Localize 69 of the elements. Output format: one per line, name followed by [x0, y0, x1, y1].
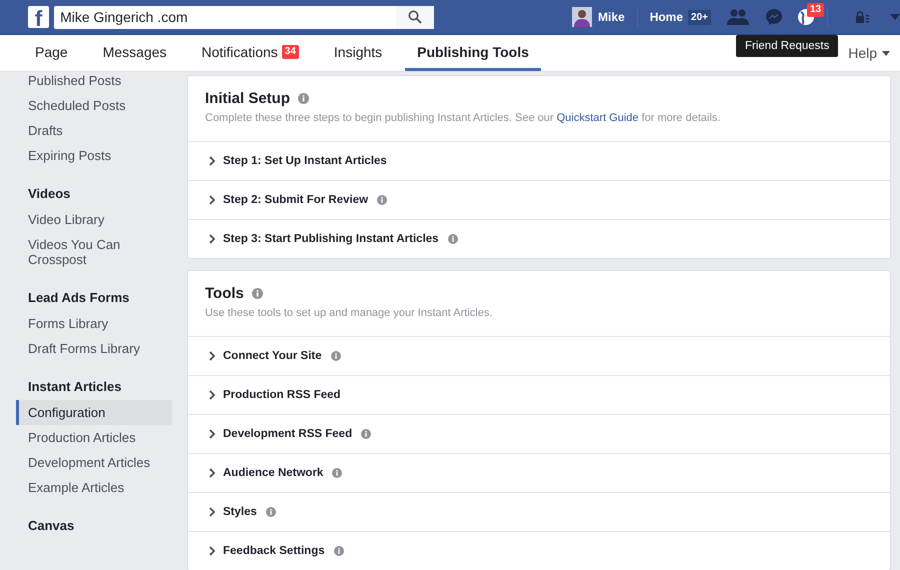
chevron-icon — [209, 234, 216, 244]
sidebar-heading: Canvas — [27, 517, 76, 535]
sidebar-heading: Videos — [27, 185, 72, 203]
card-title: Tools — [205, 285, 244, 302]
sidebar-item[interactable]: Video Library — [16, 207, 172, 232]
sidebar-heading: Lead Ads Forms — [27, 289, 130, 307]
search-icon — [408, 10, 422, 24]
caret-icon[interactable] — [890, 14, 900, 20]
sidebar-item[interactable]: Production Articles — [16, 425, 172, 450]
sidebar-heading: Instant Articles — [27, 378, 122, 396]
friends-icon[interactable] — [727, 8, 749, 26]
info-icon[interactable] — [361, 429, 372, 439]
chevron-icon — [209, 429, 216, 439]
chevron-icon — [209, 546, 216, 556]
expandable-row[interactable]: Styles — [188, 492, 890, 531]
sidebar-item[interactable]: Development Articles — [16, 450, 172, 475]
home-count: 20+ — [688, 10, 711, 24]
search-field[interactable]: Mike Gingerich .com — [54, 6, 396, 28]
tooltip: Friend Requests — [736, 35, 838, 57]
sidebar-item[interactable]: Draft Forms Library — [16, 336, 172, 361]
sidebar-item[interactable]: Scheduled Posts — [16, 93, 172, 118]
notification-count: 13 — [807, 3, 824, 17]
chevron-icon — [209, 351, 216, 361]
chevron-icon — [209, 156, 216, 166]
expandable-row[interactable]: Production RSS Feed — [188, 375, 890, 414]
expandable-row[interactable]: Connect Your Site — [188, 336, 890, 375]
tab[interactable]: Insights — [322, 35, 394, 71]
card-description: Use these tools to set up and manage your Instant Articles. — [205, 307, 494, 319]
info-icon[interactable] — [332, 468, 342, 478]
help-menu[interactable]: Help — [848, 35, 890, 71]
tab[interactable]: Notifications 34 — [190, 35, 311, 71]
quickstart-link[interactable]: Quickstart Guide — [556, 112, 639, 124]
expandable-row[interactable]: Development RSS Feed — [188, 414, 890, 453]
chevron-icon — [209, 507, 216, 517]
expandable-row[interactable]: Step 2: Submit For Review — [188, 180, 890, 219]
search-button[interactable] — [396, 6, 434, 28]
caret-icon — [882, 50, 890, 56]
expandable-row[interactable]: Step 1: Set Up Instant Articles — [188, 141, 890, 180]
expandable-row[interactable]: Feedback Settings — [188, 531, 890, 570]
card-title: Initial Setup — [205, 90, 290, 107]
logo[interactable]: f — [28, 6, 50, 28]
chevron-icon — [209, 195, 216, 205]
sidebar-item[interactable]: Drafts — [16, 118, 172, 143]
sidebar-item[interactable]: Videos You Can Crosspost — [16, 232, 172, 272]
chevron-icon — [209, 390, 216, 400]
card-description: Complete these three steps to begin publishing Instant Articles. See our Quickstart Guide for more details. — [205, 112, 722, 124]
avatar-icon — [572, 7, 592, 27]
sidebar-item[interactable]: Forms Library — [16, 311, 172, 336]
tab[interactable]: Page — [23, 35, 80, 71]
info-icon[interactable] — [330, 351, 341, 361]
profile-link[interactable]: Mike — [572, 7, 625, 27]
sidebar-item[interactable]: Expiring Posts — [16, 143, 172, 168]
home-link[interactable]: Home — [650, 10, 684, 24]
sidebar-item[interactable]: Example Articles — [16, 475, 172, 500]
info-icon[interactable] — [252, 288, 263, 299]
messenger-icon[interactable] — [765, 8, 783, 26]
expandable-row[interactable]: Audience Network — [188, 453, 890, 492]
tab[interactable]: Publishing Tools — [405, 35, 541, 71]
chevron-icon — [209, 468, 216, 478]
info-icon[interactable] — [448, 234, 458, 244]
info-icon[interactable] — [334, 546, 344, 556]
info-icon[interactable] — [377, 195, 388, 205]
info-icon[interactable] — [298, 93, 310, 104]
expandable-row[interactable]: Step 3: Start Publishing Instant Articles — [188, 219, 890, 258]
tab[interactable]: Messages — [90, 35, 179, 71]
sidebar-item[interactable]: Published Posts — [16, 68, 172, 93]
info-icon[interactable] — [266, 507, 276, 517]
sidebar-item[interactable]: Configuration — [16, 400, 172, 425]
count-badge: 34 — [282, 44, 299, 58]
